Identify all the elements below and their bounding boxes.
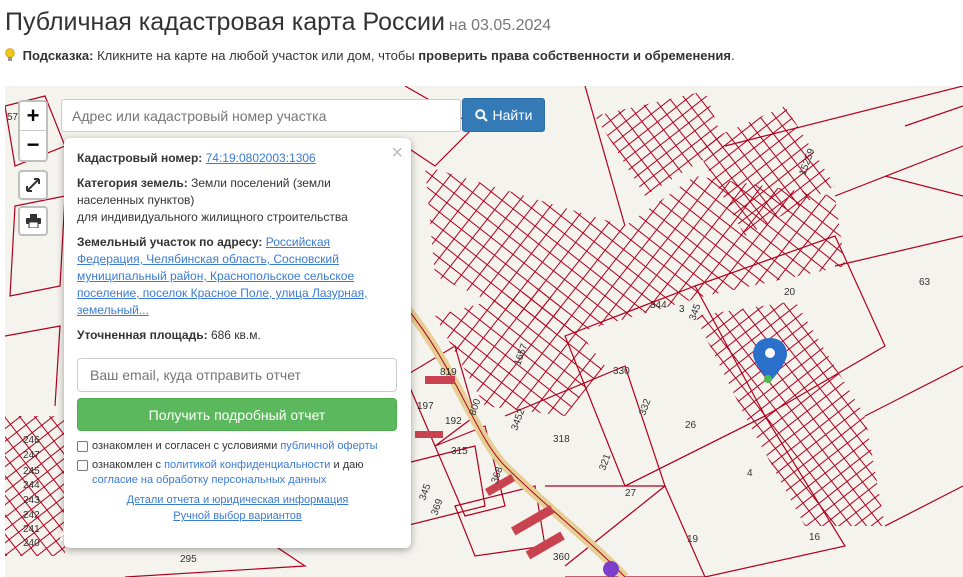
address-label: Земельный участок по адресу: bbox=[77, 235, 263, 249]
parcel-label: 315 bbox=[451, 446, 468, 457]
area-row: Уточненная площадь: 686 кв.м. bbox=[77, 327, 397, 344]
public-offer-link[interactable]: публичной оферты bbox=[280, 440, 377, 452]
parcel-label: 19 bbox=[687, 534, 699, 545]
email-field[interactable] bbox=[77, 358, 397, 392]
parcel-label: 344 bbox=[650, 300, 667, 311]
zoom-in-button[interactable]: + bbox=[20, 102, 46, 131]
area-value: 686 кв.м. bbox=[210, 328, 261, 342]
area-label: Уточненная площадь: bbox=[77, 328, 208, 342]
hint-bold-text: проверить права собственности и обремене… bbox=[418, 48, 731, 63]
hint-bar: Подсказка: Кликните на карте на любой уч… bbox=[5, 48, 735, 63]
parcel-label: 240 bbox=[23, 538, 40, 549]
parcel-label: 3 bbox=[679, 304, 685, 315]
cadastral-map[interactable]: 344 345 330 332 318 26 4 27 19 16 20 63 … bbox=[5, 86, 963, 577]
parcel-label: 27 bbox=[625, 488, 637, 499]
parcel-info-popup: × Кадастровый номер: 74:19:0802003:1306 … bbox=[64, 138, 411, 548]
privacy-policy-link[interactable]: политикой конфиденциальности bbox=[164, 459, 330, 471]
privacy-consent-text2: и даю bbox=[333, 459, 364, 471]
close-icon[interactable]: × bbox=[391, 142, 403, 165]
parcel-label: 241 bbox=[23, 524, 40, 535]
hint-text: Кликните на карте на любой участок или д… bbox=[97, 48, 415, 63]
parcel-label: 295 bbox=[180, 554, 197, 565]
parcel-label: 4 bbox=[747, 468, 753, 479]
land-category-label: Категория земель: bbox=[77, 176, 188, 190]
cadastral-number-link[interactable]: 74:19:0802003:1306 bbox=[206, 151, 316, 165]
parcel-label: 819 bbox=[440, 367, 457, 378]
parcel-label: 318 bbox=[553, 434, 570, 445]
parcel-label: 197 bbox=[417, 401, 434, 412]
parcel-label: 26 bbox=[685, 420, 697, 431]
page-date: на 03.05.2024 bbox=[448, 17, 552, 34]
parcel-label: 330 bbox=[613, 366, 630, 377]
offer-consent-text: ознакомлен и согласен с условиями bbox=[92, 440, 278, 452]
land-usage-value: для индивидуального жилищного строительс… bbox=[77, 210, 348, 224]
search-button[interactable]: Найти bbox=[462, 98, 545, 132]
page-title: Публичная кадастровая карта России на 03.… bbox=[5, 8, 552, 36]
privacy-consent-checkbox[interactable] bbox=[77, 460, 88, 471]
parcel-label: 57 bbox=[7, 112, 19, 123]
privacy-consent-row: ознакомлен с политикой конфиденциальност… bbox=[77, 458, 397, 488]
cadastral-number-label: Кадастровый номер: bbox=[77, 151, 203, 165]
parcel-label: 243 bbox=[23, 495, 40, 506]
parcel-label: 16 bbox=[809, 532, 821, 543]
search-input[interactable] bbox=[61, 99, 461, 132]
zoom-out-button[interactable]: − bbox=[20, 131, 46, 160]
fullscreen-button[interactable] bbox=[18, 170, 48, 200]
parcel-label: 63 bbox=[919, 277, 931, 288]
get-report-button[interactable]: Получить подробный отчет bbox=[77, 398, 397, 431]
parcel-label: 242 bbox=[23, 510, 40, 521]
page-header: Публичная кадастровая карта России на 03.… bbox=[5, 8, 955, 37]
hint-label: Подсказка: bbox=[22, 48, 94, 63]
hint-end: . bbox=[730, 48, 735, 63]
lightbulb-icon bbox=[5, 48, 15, 61]
fullscreen-icon bbox=[26, 178, 40, 192]
privacy-consent-text: ознакомлен с bbox=[92, 459, 162, 471]
parcel-label: 246 bbox=[23, 435, 40, 446]
report-details-link[interactable]: Детали отчета и юридическая информация bbox=[64, 492, 411, 508]
land-category-row: Категория земель: Земли поселений (земли… bbox=[77, 175, 397, 226]
zoom-control: + − bbox=[18, 100, 48, 162]
parcel-label: 245 bbox=[23, 466, 40, 477]
cadastral-number-row: Кадастровый номер: 74:19:0802003:1306 bbox=[77, 150, 397, 167]
offer-consent-checkbox[interactable] bbox=[77, 441, 88, 452]
address-row: Земельный участок по адресу: Российская … bbox=[77, 234, 397, 319]
print-button[interactable] bbox=[18, 206, 48, 236]
search-icon bbox=[474, 108, 488, 122]
personal-data-consent-link[interactable]: согласие на обработку персональных данны… bbox=[92, 474, 326, 486]
offer-consent-row: ознакомлен и согласен с условиями публич… bbox=[77, 439, 397, 454]
print-icon bbox=[25, 214, 41, 228]
watermark-logo: Домклик bbox=[60, 516, 156, 541]
search-button-label: Найти bbox=[492, 107, 533, 123]
parcel-label: 20 bbox=[784, 287, 796, 298]
parcel-label: 360 bbox=[553, 552, 570, 563]
parcel-label: 192 bbox=[445, 416, 462, 427]
parcel-label: 244 bbox=[23, 480, 40, 491]
parcel-label: 247 bbox=[23, 450, 40, 461]
